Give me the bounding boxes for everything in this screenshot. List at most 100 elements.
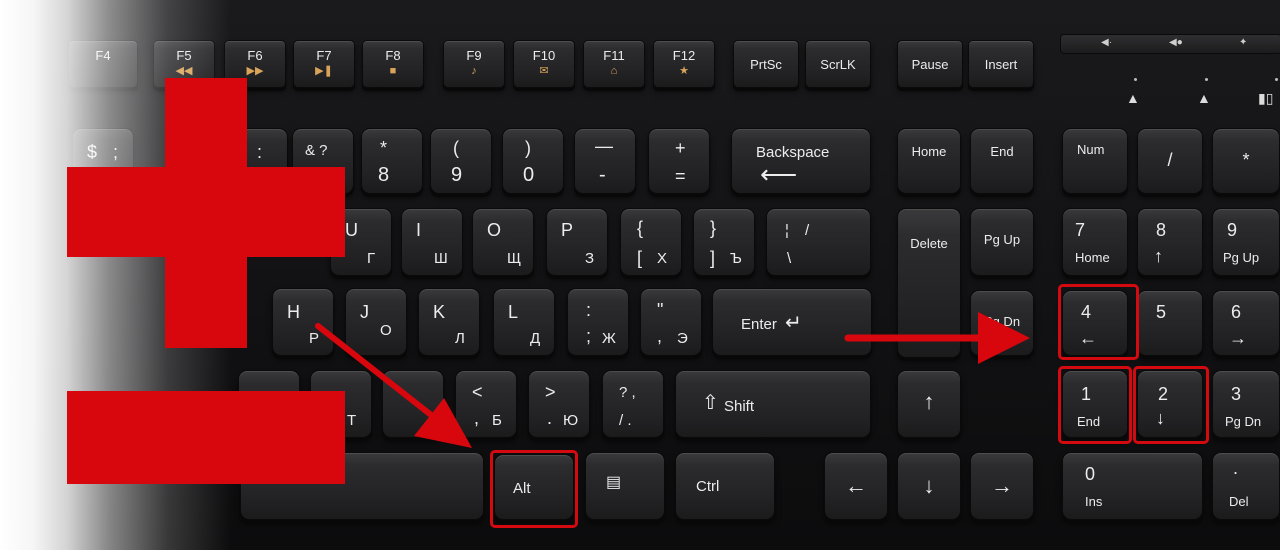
key-shift-label: Shift [724, 398, 755, 415]
media-control-strip: ◀· ◀● ✦ [1060, 34, 1280, 54]
stop-icon: ■ [389, 65, 397, 77]
num-lock-indicator-icon: ▲ [1126, 90, 1140, 106]
key-lbracket-top: { [637, 218, 644, 238]
key-i: I Ш [401, 208, 463, 276]
favorites-icon: ★ [679, 65, 689, 77]
right-arrow-icon: → [991, 473, 1013, 498]
key-l: L Д [493, 288, 555, 356]
key-semicolon-label: ; [586, 326, 592, 346]
key-k-cyr: Л [455, 330, 465, 347]
key-m [382, 370, 444, 438]
key-n-cyr: Т [347, 412, 357, 429]
key-home-label: Home [911, 144, 947, 159]
key-semicolon: : ; Ж [567, 288, 629, 356]
key-numlock-label: Num [1077, 142, 1105, 157]
key-insert: Insert [968, 40, 1034, 88]
minus-symbol [67, 391, 345, 484]
key-0-label: 0 [523, 164, 535, 186]
key-backslash-label: \ [787, 250, 792, 267]
key-pgup: Pg Up [970, 208, 1034, 276]
key-numpad-9: 9 Pg Up [1212, 208, 1280, 276]
key-rbracket: } ] Ъ [693, 208, 755, 276]
key-up: ↑ [897, 370, 961, 438]
keyboard-photo: F4 F5 ◀◀ F6 ▶▶ F7 ▶❚ F8 ■ F9 ♪ F10 ✉ F11… [0, 0, 1280, 550]
caps-lock-led [1205, 78, 1208, 81]
key-o: O Щ [472, 208, 534, 276]
key-backslash-top: / [805, 222, 810, 239]
key-u-cyr: Г [367, 250, 376, 267]
key-f12-label: F12 [672, 48, 696, 63]
key-scrlk-label: ScrLK [820, 57, 856, 72]
key-numpad-7-sub: Home [1075, 250, 1110, 265]
key-p-label: P [561, 220, 574, 240]
key-numpad-7-label: 7 [1075, 220, 1086, 240]
key-pgdn-label: Pg Dn [983, 314, 1021, 329]
key-quote-cyr: Э [677, 330, 688, 347]
key-minus: — - [574, 128, 636, 194]
key-0-top: ) [525, 138, 531, 158]
key-home: Home [897, 128, 961, 194]
mute-icon: ✦ [1239, 37, 1248, 48]
key-numpad-divide-label: / [1167, 150, 1173, 170]
key-equals: + = [648, 128, 710, 194]
volume-down-icon: ◀· [1101, 37, 1113, 48]
key-p-cyr: З [585, 250, 595, 267]
key-backslash: ¦ / \ [766, 208, 871, 276]
key-numpad-0-sub: Ins [1085, 494, 1103, 509]
key-9-label: 9 [451, 164, 463, 186]
plus-symbol-horizontal [67, 167, 345, 257]
key-i-label: I [416, 220, 422, 240]
key-numpad-decimal-sub: Del [1229, 494, 1249, 509]
key-backslash-pipe: ¦ [785, 222, 789, 239]
key-numpad-8-label: 8 [1156, 220, 1167, 240]
key-lbracket-label: [ [637, 248, 643, 268]
key-slash-label: / . [619, 412, 632, 429]
key-i-cyr: Ш [434, 250, 448, 267]
key-k: K Л [418, 288, 480, 356]
key-7-label: & ? [305, 142, 328, 159]
key-numpad-6-sub: → [1229, 328, 1247, 348]
key-numpad-6-label: 6 [1231, 302, 1242, 322]
key-j-label: J [360, 302, 369, 322]
key-rbracket-label: ] [710, 248, 716, 268]
down-arrow-icon: ↓ [923, 473, 935, 498]
key-comma-label: , [474, 408, 480, 428]
key-numpad-divide: / [1137, 128, 1203, 194]
key-f10: F10 ✉ [513, 40, 575, 88]
key-f8-label: F8 [385, 48, 401, 63]
key-numpad-0-label: 0 [1085, 464, 1096, 484]
key-9: ( 9 [430, 128, 492, 194]
key-quote-top: " [657, 300, 664, 320]
key-numlock: Num [1062, 128, 1128, 194]
key-f8: F8 ■ [362, 40, 424, 88]
num-lock-led [1134, 78, 1137, 81]
key-numpad-5: 5 [1137, 290, 1203, 356]
key-comma: < , Б [455, 370, 517, 438]
enter-arrow-icon: ↵ [785, 312, 802, 334]
key-f11: F11 ⌂ [583, 40, 645, 88]
key-dollar-label: $ [87, 142, 98, 162]
key-colon-label: : [257, 142, 263, 162]
key-f7: F7 ▶❚ [293, 40, 355, 88]
key-numpad-7: 7 Home [1062, 208, 1128, 276]
key-slash: ? , / . [602, 370, 664, 438]
key-f9: F9 ♪ [443, 40, 505, 88]
f6-media-icon: ▶▶ [246, 65, 264, 77]
key-backspace: Backspace ⟵ [731, 128, 871, 194]
key-f9-label: F9 [466, 48, 482, 63]
key-k-label: K [433, 302, 446, 322]
battery-led [1275, 78, 1278, 81]
key-numpad-5-label: 5 [1156, 302, 1167, 322]
caps-lock-indicator-icon: ▲ [1197, 90, 1211, 106]
music-note-icon: ♪ [471, 65, 477, 77]
key-f4: F4 [68, 40, 138, 88]
key-numpad-8: 8 ↑ [1137, 208, 1203, 276]
key-f12: F12 ★ [653, 40, 715, 88]
key-semicolon-cyr: Ж [602, 330, 616, 347]
key-prtsc: PrtSc [733, 40, 799, 88]
key-numpad-3-sub: Pg Dn [1225, 414, 1262, 429]
key-p: P З [546, 208, 608, 276]
key-pause: Pause [897, 40, 963, 88]
key-semicolon-top: : [586, 300, 592, 320]
key-numpad-decimal: . Del [1212, 452, 1280, 520]
